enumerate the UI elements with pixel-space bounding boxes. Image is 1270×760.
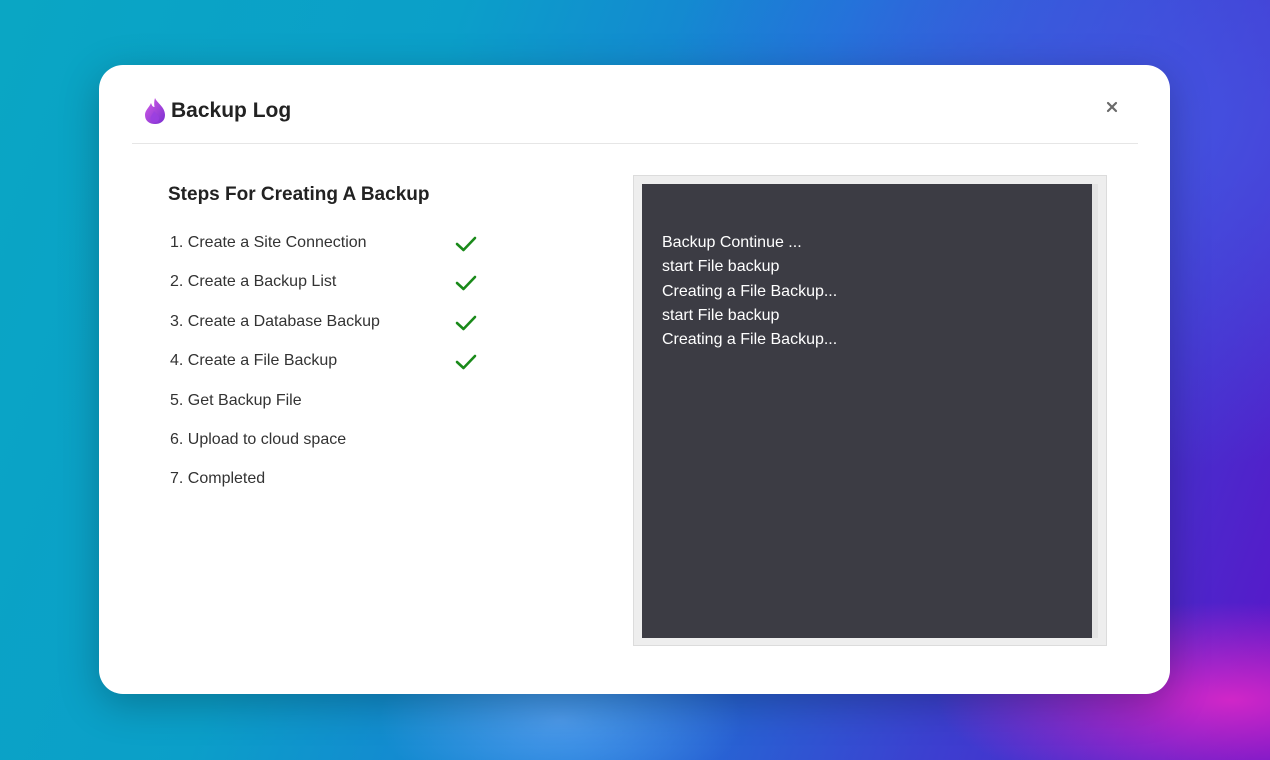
check-icon xyxy=(455,236,477,252)
console-scrollbar[interactable] xyxy=(1092,184,1098,638)
steps-heading: Steps For Creating A Backup xyxy=(168,184,430,205)
steps-panel: Steps For Creating A Backup 1. Create a … xyxy=(168,183,588,509)
check-icon xyxy=(455,354,477,370)
dialog-header: Backup Log xyxy=(132,65,1138,144)
step-item: 4. Create a File Backup xyxy=(168,351,588,390)
step-label: 4. Create a File Backup xyxy=(170,352,338,370)
log-console-frame: Backup Continue ... start File backup Crea… xyxy=(633,175,1107,646)
step-label: 1. Create a Site Connection xyxy=(170,234,367,251)
step-item: 3. Create a Database Backup xyxy=(168,312,588,351)
check-icon xyxy=(455,315,477,331)
step-label: 7. Completed xyxy=(170,470,266,488)
steps-list: 1. Create a Site Connection 2. Create a B… xyxy=(168,233,588,509)
step-label: 2. Create a Backup List xyxy=(170,273,337,291)
step-item: 1. Create a Site Connection xyxy=(168,233,588,272)
step-label: 3. Create a Database Backup xyxy=(170,312,380,330)
close-icon[interactable] xyxy=(1104,99,1120,115)
step-item: 2. Create a Backup List xyxy=(168,272,588,311)
backup-log-dialog: Backup Log Steps For Creating A Backup 1… xyxy=(99,65,1170,694)
step-item: 7. Completed xyxy=(168,469,588,508)
check-icon xyxy=(455,276,477,291)
flame-drop-logo-icon xyxy=(145,98,165,124)
step-label: 5. Get Backup File xyxy=(170,391,302,409)
log-line: start File backup xyxy=(662,306,780,324)
log-line: start File backup xyxy=(662,258,780,276)
step-label: 6. Upload to cloud space xyxy=(170,430,347,448)
log-line: Creating a File Backup... xyxy=(662,331,838,349)
step-item: 5. Get Backup File xyxy=(168,391,588,430)
log-console: Backup Continue ... start File backup Crea… xyxy=(642,184,1094,638)
step-item: 6. Upload to cloud space xyxy=(168,430,588,469)
log-line: Backup Continue ... xyxy=(662,234,802,251)
dialog-title: Backup Log xyxy=(171,99,292,122)
log-line: Creating a File Backup... xyxy=(662,282,838,300)
